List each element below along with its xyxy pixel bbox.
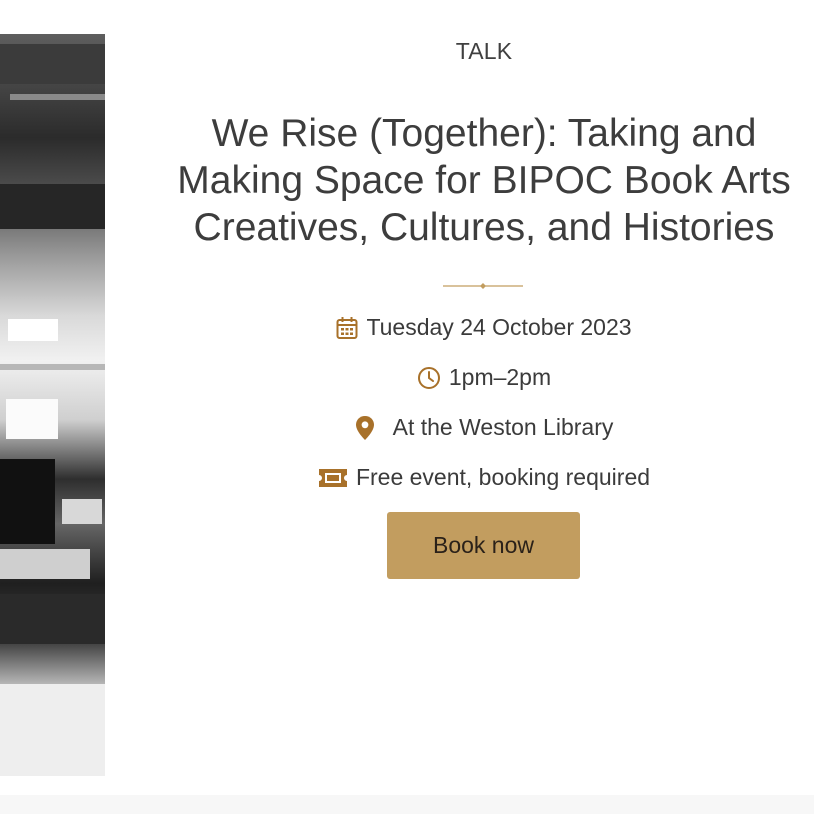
calendar-icon [336,316,358,339]
event-price-row: Free event, booking required [150,464,814,491]
event-date-row: Tuesday 24 October 2023 [150,314,814,341]
event-hero-image [0,34,105,776]
book-now-button[interactable]: Book now [387,512,580,579]
event-category: TALK [455,38,513,64]
clock-icon [417,366,440,389]
event-location-row: At the Weston Library [150,414,814,441]
event-title-line: Making Space for BIPOC Book Arts [177,159,791,202]
page-bottom-band [0,795,814,814]
event-title-line: Creatives, Cultures, and Histories [193,206,775,249]
event-date: Tuesday 24 October 2023 [366,314,632,340]
ticket-icon [318,468,347,487]
map-pin-icon [355,415,374,440]
event-price: Free event, booking required [355,464,651,490]
event-title: We Rise (Together): Taking and Making Sp… [150,110,814,251]
diamond-divider-icon [443,283,523,289]
event-time-row: 1pm–2pm [150,364,814,391]
event-location: At the Weston Library [392,414,614,440]
event-title-line: We Rise (Together): Taking and [211,112,757,155]
event-time: 1pm–2pm [448,364,552,390]
